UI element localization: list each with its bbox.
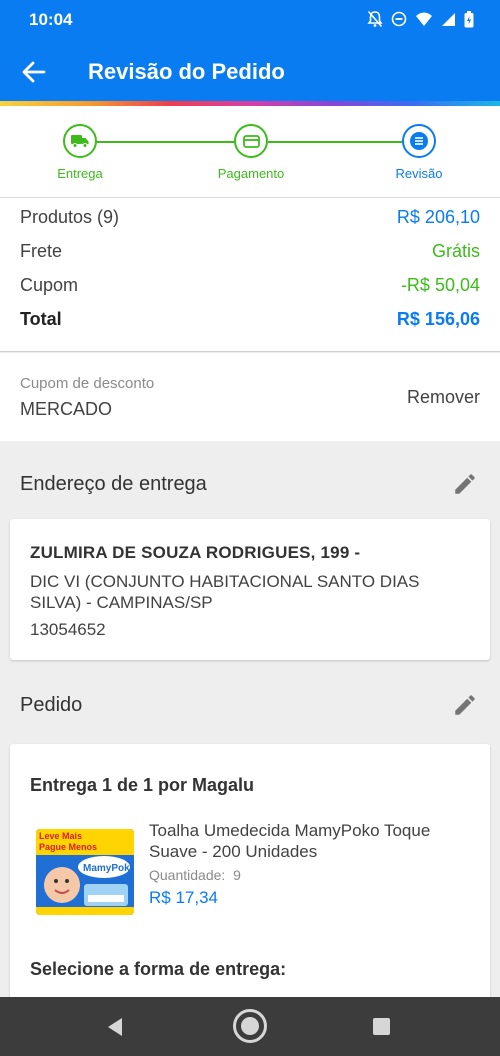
summary-products-row: Produtos (9) R$ 206,10 xyxy=(20,204,480,230)
address-street: ZULMIRA DE SOUZA RODRIGUES, 199 - xyxy=(30,543,361,562)
order-card: Entrega 1 de 1 por Magalu Leve Mais Pagu… xyxy=(10,744,490,1014)
summary-label: Frete xyxy=(20,240,63,261)
product-brand-text: MamyPoko xyxy=(83,863,134,874)
status-icons xyxy=(367,10,474,28)
step-review[interactable]: Revisão xyxy=(359,124,479,181)
summary-value: R$ 156,06 xyxy=(396,308,480,329)
summary-label: Produtos (9) xyxy=(20,206,120,227)
product-promo-text: Leve Mais xyxy=(39,831,82,841)
step-payment[interactable]: Pagamento xyxy=(191,124,311,181)
signal-icon xyxy=(442,12,455,26)
edit-address-icon[interactable] xyxy=(452,471,478,497)
notifications-off-icon xyxy=(367,10,383,28)
step-delivery-circle xyxy=(63,124,97,158)
do-not-disturb-icon xyxy=(391,11,407,27)
summary-value: Grátis xyxy=(431,240,480,261)
wifi-icon xyxy=(416,12,432,26)
summary-label: Cupom xyxy=(20,274,79,295)
quantity-label: Quantidade: xyxy=(149,867,226,883)
truck-icon xyxy=(71,135,89,148)
step-label: Pagamento xyxy=(217,166,285,181)
product-price: R$ 17,34 xyxy=(149,888,218,907)
address-district: DIC VI (CONJUNTO HABITACIONAL SANTO DIAS… xyxy=(30,572,420,612)
order-summary: Produtos (9) R$ 206,10 Frete Grátis Cupo… xyxy=(0,198,500,352)
step-delivery[interactable]: Entrega xyxy=(20,124,140,181)
product-image[interactable]: Leve Mais Pague Menos MamyPoko xyxy=(36,829,134,915)
address-card: ZULMIRA DE SOUZA RODRIGUES, 199 - DIC VI… xyxy=(10,519,490,660)
nav-home-icon[interactable] xyxy=(232,1008,268,1044)
quantity-value: 9 xyxy=(233,867,241,883)
product-quantity: Quantidade: 9 xyxy=(149,867,241,883)
checkout-stepper: Entrega Pagamento Revisão xyxy=(0,106,500,198)
summary-label: Total xyxy=(20,308,62,329)
summary-value: R$ 206,10 xyxy=(396,206,480,227)
delivery-method-heading: Selecione a forma de entrega: xyxy=(30,959,287,979)
app-bar: Revisão do Pedido xyxy=(0,40,500,102)
summary-value: -R$ 50,04 xyxy=(400,274,480,295)
nav-back-icon[interactable] xyxy=(104,1016,126,1038)
step-review-circle xyxy=(402,124,436,158)
summary-total-row: Total R$ 156,06 xyxy=(20,306,480,332)
summary-shipping-row: Frete Grátis xyxy=(20,238,480,264)
system-nav-bar xyxy=(0,997,500,1056)
summary-coupon-row: Cupom -R$ 50,04 xyxy=(20,272,480,298)
product-name[interactable]: Toalha Umedecida MamyPoko Toque Suave - … xyxy=(149,820,469,862)
coupon-section: Cupom de desconto MERCADO Remover xyxy=(0,353,500,441)
remove-coupon-button[interactable]: Remover xyxy=(407,387,480,408)
status-time: 10:04 xyxy=(29,10,73,29)
card-icon xyxy=(242,134,260,148)
step-label: Entrega xyxy=(57,166,103,181)
back-arrow-icon[interactable] xyxy=(20,58,48,86)
coupon-caption: Cupom de desconto xyxy=(20,375,155,392)
order-section-title: Pedido xyxy=(20,694,83,716)
list-icon xyxy=(410,132,428,150)
page-title: Revisão do Pedido xyxy=(88,59,285,84)
coupon-code: MERCADO xyxy=(20,399,113,419)
step-label: Revisão xyxy=(395,166,443,181)
nav-recents-icon[interactable] xyxy=(372,1017,391,1036)
address-section-title: Endereço de entrega xyxy=(20,473,207,495)
status-bar: 10:04 xyxy=(0,0,500,40)
edit-order-icon[interactable] xyxy=(452,692,478,718)
address-zip: 13054652 xyxy=(30,620,106,639)
product-package-illustration: Leve Mais Pague Menos MamyPoko xyxy=(36,829,134,915)
battery-icon xyxy=(464,10,474,27)
delivery-title: Entrega 1 de 1 por Magalu xyxy=(30,775,255,795)
step-payment-circle xyxy=(234,124,268,158)
product-promo-text: Pague Menos xyxy=(39,842,97,852)
